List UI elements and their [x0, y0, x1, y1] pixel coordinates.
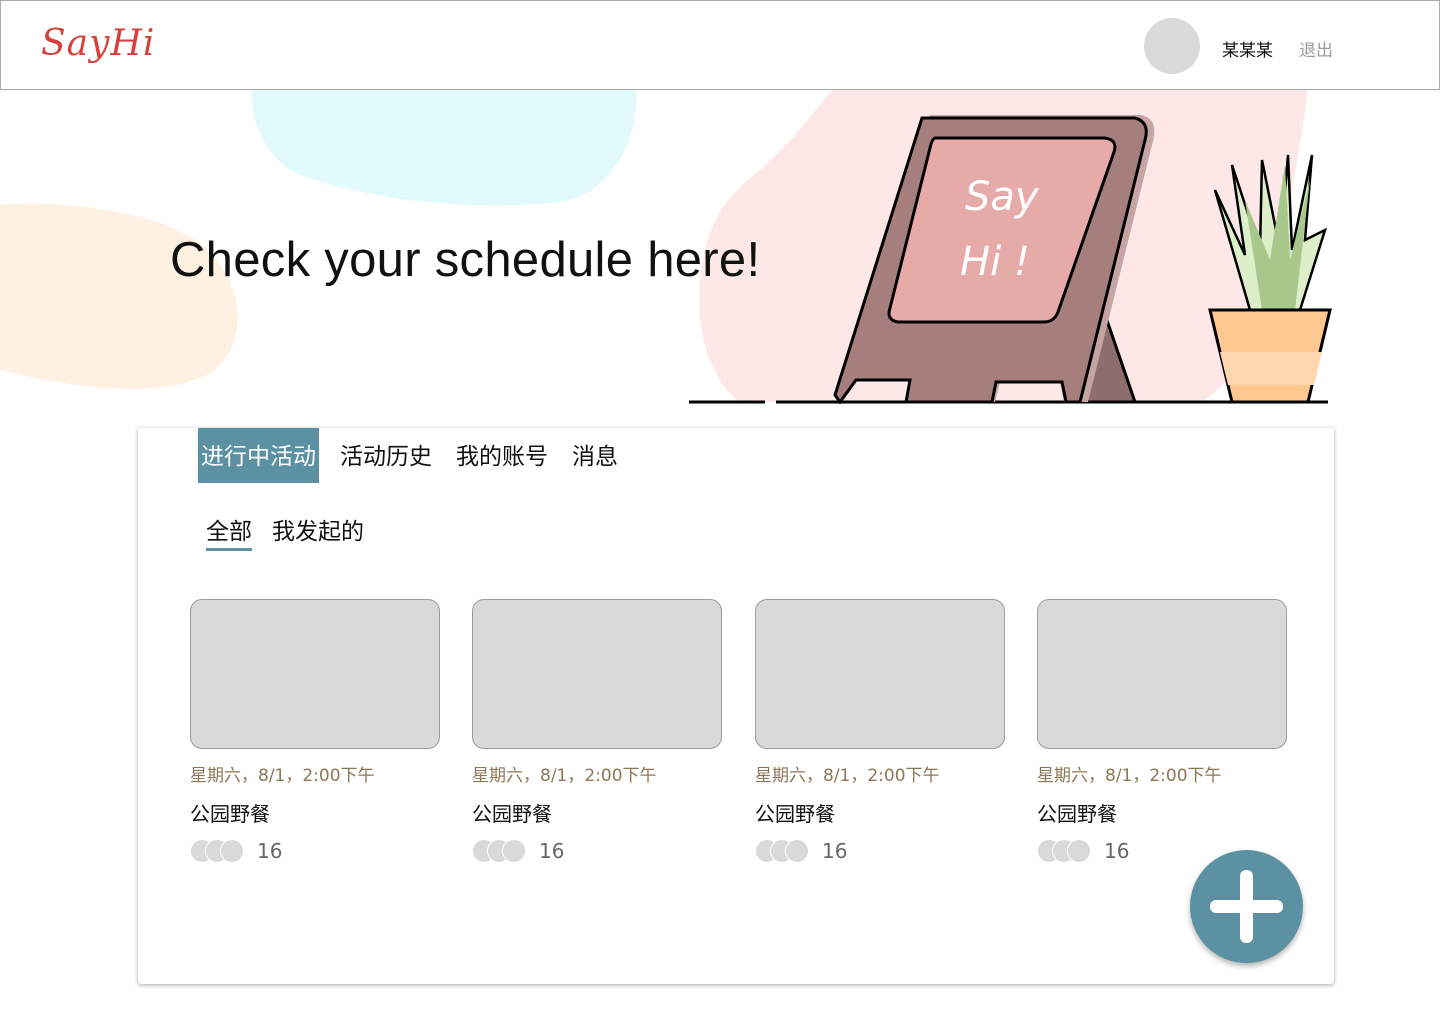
- activity-card[interactable]: 星期六，8/1，2:00下午 公园野餐 16: [1037, 599, 1287, 863]
- logout-button[interactable]: 退出: [1299, 36, 1333, 61]
- activity-card[interactable]: 星期六，8/1，2:00下午 公园野餐 16: [190, 599, 440, 863]
- username-label[interactable]: 某某某: [1222, 36, 1273, 61]
- participant-count: 16: [539, 839, 565, 863]
- activity-image-placeholder[interactable]: [472, 599, 722, 749]
- participant-avatar: [1067, 839, 1091, 863]
- top-navbar: SayHi 某某某 退出: [0, 0, 1440, 90]
- activity-image-placeholder[interactable]: [190, 599, 440, 749]
- participant-avatar: [220, 839, 244, 863]
- subtab-all[interactable]: 全部: [206, 512, 252, 551]
- activity-card[interactable]: 星期六，8/1，2:00下午 公园野餐 16: [755, 599, 1005, 863]
- svg-text:Say: Say: [965, 174, 1040, 220]
- activity-title[interactable]: 公园野餐: [472, 798, 722, 827]
- user-avatar[interactable]: [1144, 18, 1200, 74]
- add-activity-button[interactable]: [1190, 850, 1303, 963]
- participants-row: 16: [472, 839, 722, 863]
- participants-row: 16: [190, 839, 440, 863]
- participant-count: 16: [257, 839, 283, 863]
- activity-date: 星期六，8/1，2:00下午: [755, 766, 940, 786]
- hero-title: Check your schedule here!: [170, 233, 761, 287]
- participants-row: 16: [755, 839, 1005, 863]
- tab-activity-history[interactable]: 活动历史: [337, 428, 435, 483]
- activity-date: 星期六，8/1，2:00下午: [1037, 766, 1222, 786]
- activity-image-placeholder[interactable]: [1037, 599, 1287, 749]
- participant-count: 16: [1104, 839, 1130, 863]
- participant-avatar: [502, 839, 526, 863]
- schedule-panel: 进行中活动 活动历史 我的账号 消息 全部 我发起的 星期六，8/1，2:00下…: [138, 428, 1334, 984]
- activity-title[interactable]: 公园野餐: [190, 798, 440, 827]
- tab-my-account[interactable]: 我的账号: [453, 428, 551, 483]
- subtab-initiated-by-me[interactable]: 我发起的: [272, 512, 364, 548]
- activity-date: 星期六，8/1，2:00下午: [190, 766, 375, 786]
- participant-avatar: [785, 839, 809, 863]
- activity-date: 星期六，8/1，2:00下午: [472, 766, 657, 786]
- tab-messages[interactable]: 消息: [569, 428, 621, 483]
- filter-tabs: 全部 我发起的: [206, 512, 384, 551]
- tab-ongoing-activities[interactable]: 进行中活动: [198, 428, 319, 483]
- activity-image-placeholder[interactable]: [755, 599, 1005, 749]
- activity-title[interactable]: 公园野餐: [755, 798, 1005, 827]
- participant-count: 16: [822, 839, 848, 863]
- svg-text:Hi !: Hi !: [960, 239, 1030, 285]
- cyan-blob-shape: [251, 89, 637, 206]
- sayhi-logo[interactable]: SayHi: [41, 23, 155, 64]
- main-tabs: 进行中活动 活动历史 我的账号 消息: [198, 428, 639, 483]
- activity-card[interactable]: 星期六，8/1，2:00下午 公园野餐 16: [472, 599, 722, 863]
- activity-title[interactable]: 公园野餐: [1037, 798, 1287, 827]
